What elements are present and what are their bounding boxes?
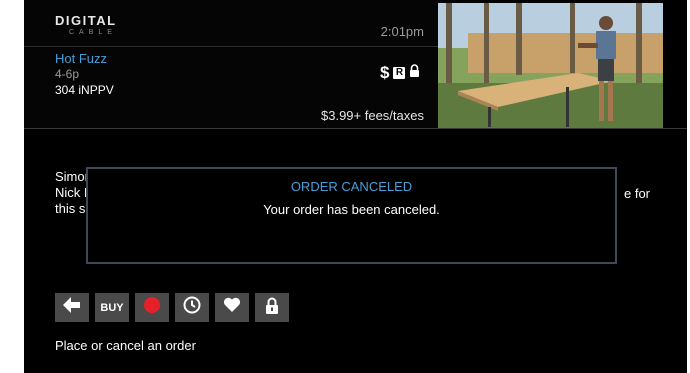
action-hint: Place or cancel an order <box>55 338 196 353</box>
buy-button[interactable]: BUY <box>95 293 129 322</box>
pay-per-view-icon: $ <box>380 63 390 82</box>
program-title: Hot Fuzz <box>55 51 108 66</box>
description-fragment: e for <box>624 186 651 201</box>
header-divider <box>24 46 438 47</box>
program-badges: $ R <box>380 64 420 82</box>
back-button[interactable] <box>55 293 89 322</box>
content-divider <box>24 128 687 129</box>
clock-time: 2:01pm <box>380 24 424 39</box>
parental-lock-button[interactable] <box>255 293 289 322</box>
dialog-title: ORDER CANCELED <box>290 179 413 194</box>
logo-text-bottom: CABLE <box>69 29 117 36</box>
video-preview-thumbnail <box>438 3 663 128</box>
action-bar: BUY <box>55 293 289 322</box>
logo-text-top: DIGITAL <box>55 13 117 28</box>
lock-icon <box>265 297 279 319</box>
heart-icon <box>223 297 241 318</box>
reminder-button[interactable] <box>175 293 209 322</box>
favorite-button[interactable] <box>215 293 249 322</box>
digital-cable-logo: DIGITAL CABLE <box>55 14 133 38</box>
dialog-message: Your order has been canceled. <box>263 202 440 217</box>
record-icon <box>144 297 160 318</box>
back-arrow-icon <box>63 297 81 318</box>
program-info-header: DIGITAL CABLE 2:01pm Hot Fuzz 4-6p 304 i… <box>24 0 438 128</box>
rating-badge: R <box>393 67 406 79</box>
order-canceled-dialog: ORDER CANCELED Your order has been cance… <box>86 167 617 264</box>
lock-icon <box>409 64 420 82</box>
tv-screen: DIGITAL CABLE 2:01pm Hot Fuzz 4-6p 304 i… <box>24 0 687 373</box>
program-channel: 304 iNPPV <box>55 83 114 97</box>
clock-icon <box>183 296 201 319</box>
program-time: 4-6p <box>55 67 80 81</box>
record-button[interactable] <box>135 293 169 322</box>
price-text: $3.99+ fees/taxes <box>321 108 424 123</box>
